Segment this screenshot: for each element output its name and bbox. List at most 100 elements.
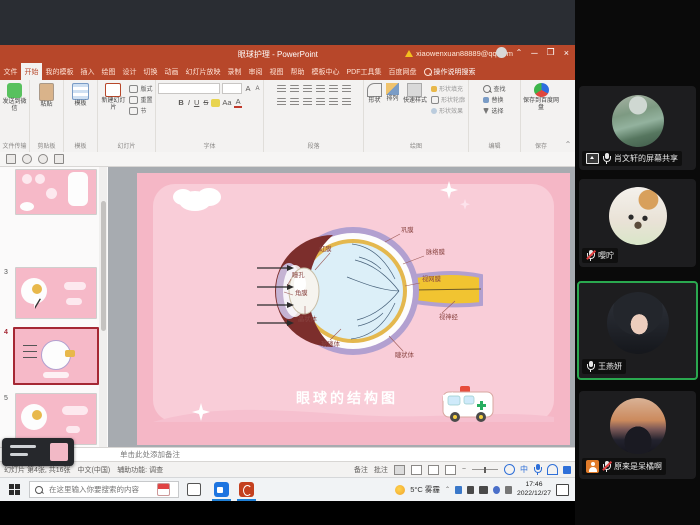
meeting-member-icon[interactable] <box>547 464 558 475</box>
layout-button[interactable]: 版式 <box>129 84 152 93</box>
tab-home[interactable]: 开始 <box>21 63 42 80</box>
grow-font-button[interactable]: A <box>244 84 252 93</box>
save-to-baidu-pan-button[interactable]: 保存到百度网盘 <box>522 83 560 112</box>
weather-icon[interactable] <box>395 485 405 495</box>
slide-thumbnail-3[interactable] <box>15 267 97 319</box>
shape-effects-button[interactable]: 形状效果 <box>431 106 465 115</box>
collapse-ribbon-button[interactable]: ⌃ <box>561 80 575 152</box>
start-button[interactable] <box>9 484 20 495</box>
taskbar-search[interactable] <box>29 481 179 498</box>
action-center-icon[interactable] <box>556 484 569 496</box>
shape-outline-button[interactable]: 形状轮廓 <box>431 95 465 104</box>
font-size-box[interactable] <box>222 83 242 94</box>
tray-bluetooth-icon[interactable] <box>455 486 462 494</box>
bullets-icon[interactable] <box>277 85 286 93</box>
participant-tile-3-speaking[interactable]: 王燕妍 <box>577 281 698 380</box>
tab-design[interactable]: 设计 <box>119 63 140 80</box>
tab-file[interactable]: 文件 <box>0 63 21 80</box>
zoom-out-button[interactable]: − <box>462 466 466 473</box>
tell-me-search[interactable]: 操作说明搜索 <box>420 63 479 80</box>
slide-thumbnail-4-selected[interactable] <box>13 327 99 385</box>
thumbnail-scrollbar[interactable] <box>99 167 107 447</box>
meeting-app-taskbar-icon[interactable] <box>214 482 229 497</box>
meeting-language-icon[interactable]: 中 <box>520 464 528 475</box>
bold-button[interactable]: B <box>177 98 185 107</box>
accessibility-status[interactable]: 辅助功能: 调查 <box>117 465 163 475</box>
notes-toggle[interactable]: 备注 <box>354 465 368 475</box>
comments-toggle[interactable]: 批注 <box>374 465 388 475</box>
case-button[interactable]: Aa <box>221 98 233 107</box>
normal-view-icon[interactable] <box>394 465 405 475</box>
reading-view-icon[interactable] <box>428 465 439 475</box>
find-button[interactable]: 查找 <box>483 84 505 93</box>
numbering-icon[interactable] <box>290 85 299 93</box>
tab-baidu-pan[interactable]: 百度网盘 <box>385 63 420 80</box>
floating-annotation-widget[interactable] <box>2 438 74 466</box>
redo-icon[interactable] <box>38 154 48 164</box>
indent-decrease-icon[interactable] <box>303 85 312 93</box>
slide-thumbnail-2[interactable] <box>15 169 97 215</box>
shrink-font-button[interactable]: A <box>254 86 261 92</box>
tray-mic-icon[interactable] <box>467 486 474 494</box>
close-button[interactable]: × <box>564 48 569 58</box>
new-slide-button[interactable]: 新建幻灯片 <box>100 83 126 115</box>
align-center-icon[interactable] <box>290 98 299 106</box>
replace-button[interactable]: 替换 <box>483 95 503 104</box>
smartart-icon[interactable] <box>342 98 351 106</box>
tray-network-icon[interactable] <box>505 486 512 494</box>
save-icon[interactable] <box>6 154 16 164</box>
undo-icon[interactable] <box>22 154 32 164</box>
tab-record[interactable]: 录制 <box>224 63 245 80</box>
italic-button[interactable]: I <box>186 98 191 107</box>
line-spacing-icon[interactable] <box>329 85 338 93</box>
align-left-icon[interactable] <box>277 98 286 106</box>
weather-text[interactable]: 5°C 雾霾 <box>410 484 440 495</box>
meeting-grid-icon[interactable] <box>563 466 571 474</box>
template-button[interactable]: 模板 <box>72 83 89 108</box>
indent-increase-icon[interactable] <box>316 85 325 93</box>
task-view-button[interactable] <box>187 483 201 496</box>
underline-button[interactable]: U <box>192 98 200 107</box>
text-direction-icon[interactable] <box>342 85 351 93</box>
font-color-button[interactable]: A <box>234 97 242 108</box>
tab-animations[interactable]: 动画 <box>161 63 182 80</box>
align-right-icon[interactable] <box>303 98 312 106</box>
slide-canvas[interactable]: 虹膜 瞳孔 角膜 晶状体 玻璃体 巩膜 脉络膜 视网膜 <box>137 173 570 445</box>
paste-button[interactable]: 粘贴 <box>39 83 54 109</box>
taskbar-clock[interactable]: 17:462022/12/27 <box>517 481 551 498</box>
tab-view[interactable]: 视图 <box>266 63 287 80</box>
notes-pane[interactable]: 单击此处添加备注 <box>0 447 575 461</box>
participant-tile-sharer[interactable]: 肖文轩的屏幕共享 <box>579 86 696 170</box>
quick-styles-button[interactable]: 快速样式 <box>403 83 427 105</box>
font-name-box[interactable] <box>158 83 220 94</box>
minimize-button[interactable]: ─ <box>531 48 537 58</box>
tab-pdf-tools[interactable]: PDF工具集 <box>343 63 385 80</box>
slide-sorter-view-icon[interactable] <box>411 465 422 475</box>
account-avatar[interactable] <box>496 47 507 58</box>
tab-review[interactable]: 审阅 <box>245 63 266 80</box>
tab-my-templates[interactable]: 我的模板 <box>42 63 77 80</box>
section-button[interactable]: 节 <box>129 106 152 115</box>
shapes-button[interactable]: 形状 <box>367 83 382 105</box>
justify-icon[interactable] <box>316 98 325 106</box>
tray-volume-icon[interactable] <box>479 486 488 494</box>
search-input[interactable] <box>47 484 153 495</box>
slideshow-view-icon[interactable] <box>445 465 456 475</box>
powerpoint-taskbar-icon[interactable] <box>239 482 254 497</box>
tab-slideshow[interactable]: 幻灯片放映 <box>182 63 224 80</box>
arrange-button[interactable]: 排列 <box>386 83 399 103</box>
tab-help[interactable]: 帮助 <box>287 63 308 80</box>
tab-insert[interactable]: 插入 <box>77 63 98 80</box>
tray-expand-icon[interactable]: ⌃ <box>445 486 450 493</box>
tab-template-center[interactable]: 模板中心 <box>308 63 343 80</box>
participant-tile-2[interactable]: 嘤咛 <box>579 179 696 267</box>
start-slideshow-icon[interactable] <box>54 154 64 164</box>
meeting-mic-icon[interactable] <box>533 464 542 475</box>
tab-transitions[interactable]: 切换 <box>140 63 161 80</box>
ribbon-options-button[interactable]: ⌃ <box>516 48 523 57</box>
participant-tile-4[interactable]: 原来是呆橘啊 <box>579 391 696 479</box>
strikethrough-button[interactable]: S <box>202 98 210 107</box>
maximize-button[interactable]: ❐ <box>547 47 555 58</box>
tab-draw[interactable]: 绘图 <box>98 63 119 80</box>
columns-icon[interactable] <box>329 98 338 106</box>
